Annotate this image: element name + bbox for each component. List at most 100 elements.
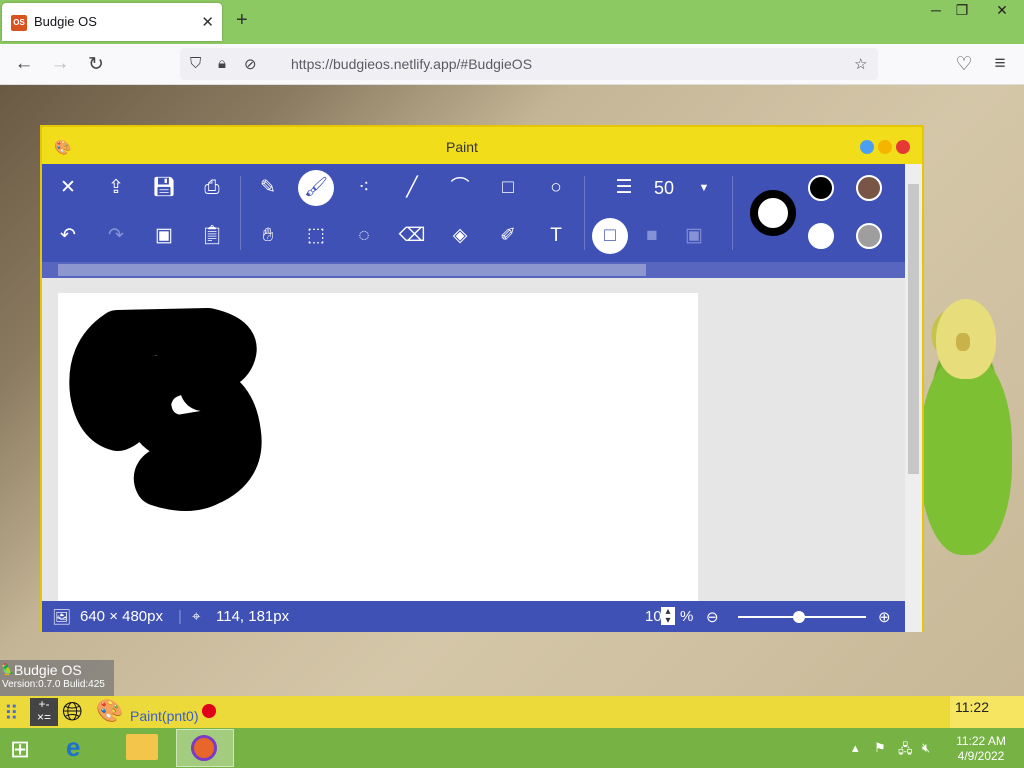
image-icon[interactable]: ▣ — [146, 218, 182, 254]
toolbar-horizontal-scrollbar[interactable] — [42, 262, 905, 278]
running-app-label[interactable]: Paint(pnt0) — [130, 708, 198, 724]
zoom-slider[interactable] — [738, 611, 866, 623]
show-hidden-icons-icon[interactable]: ▴ — [852, 740, 859, 756]
color-swatch-black[interactable] — [808, 175, 834, 201]
undo-icon[interactable]: ↶ — [50, 218, 86, 254]
windows-start-icon[interactable]: ⊞ — [10, 735, 30, 764]
filled-outline-shape-icon[interactable]: ▣ — [676, 218, 712, 254]
zoom-input[interactable]: 10 — [645, 608, 661, 625]
vertical-scrollbar[interactable] — [905, 164, 922, 632]
firefox-icon — [191, 735, 217, 761]
back-icon[interactable]: ← — [12, 53, 36, 75]
status-divider: | — [178, 608, 182, 625]
forward-icon[interactable]: → — [48, 53, 72, 75]
open-icon[interactable]: ⇪ — [98, 170, 134, 206]
color-swatch-brown[interactable] — [856, 175, 882, 201]
close-doc-icon[interactable]: ✕ — [50, 170, 86, 206]
image-size: 640 × 480px — [80, 608, 163, 625]
os-name: Budgie OS — [14, 662, 82, 678]
os-version-label: 🦜 Budgie OS Version:0.7.0 Bulid:425 — [0, 660, 114, 696]
fill-icon[interactable]: ◈ — [442, 218, 478, 254]
shield-icon[interactable]: ⛉ — [190, 55, 201, 72]
close-icon[interactable] — [896, 140, 910, 154]
close-app-icon[interactable] — [202, 704, 216, 718]
spray-icon[interactable]: ⁖ — [346, 170, 382, 206]
new-tab-icon[interactable]: + — [236, 9, 248, 32]
pencil-icon[interactable]: ✎ — [250, 170, 286, 206]
close-window-icon[interactable]: ✕ — [986, 2, 1018, 22]
tab-title: Budgie OS — [34, 14, 97, 29]
color-swatch-white[interactable] — [808, 223, 834, 249]
system-clock[interactable]: 11:22 AM 4/9/2022 — [946, 734, 1016, 764]
brush-size-value[interactable]: 50 — [644, 170, 684, 206]
toolbar-divider — [732, 176, 733, 250]
network-icon[interactable]: 🖧︎ — [898, 740, 913, 762]
line-width-icon[interactable]: ☰ — [606, 170, 642, 206]
browser-globe-icon[interactable]: 🌐︎ — [62, 696, 83, 728]
current-color-indicator[interactable] — [750, 190, 796, 236]
file-explorer-icon[interactable] — [126, 734, 158, 760]
zoom-slider-thumb[interactable] — [793, 611, 806, 623]
windows-taskbar: ⊞ e ▴ ⚑ 🖧︎ 🔇︎ 11:22 AM 4/9/2022 — [0, 728, 1024, 768]
permissions-icon[interactable]: ⊘ — [244, 55, 257, 73]
menu-icon[interactable]: ≡ — [988, 53, 1012, 75]
budgie-bird-beak — [956, 333, 970, 351]
zoom-out-icon[interactable]: ⊖ — [706, 608, 719, 626]
toolbar-divider — [584, 176, 585, 250]
brush-icon[interactable]: 🖌︎ — [298, 170, 334, 206]
browser-tab[interactable]: OS Budgie OS ✕ — [2, 3, 222, 41]
ellipse-icon[interactable]: ○ — [538, 170, 574, 206]
zoom-stepper-icon[interactable]: ▴ ▾ — [661, 607, 675, 626]
hand-icon[interactable]: ✋︎ — [250, 218, 286, 254]
browser-tab-strip: OS Budgie OS ✕ + ─ ❐ ✕ — [0, 0, 1024, 44]
url-bar[interactable]: ⛉ 🔒︎ ⊘ https://budgieos.netlify.app/#Bud… — [180, 48, 878, 80]
brush-size-dropdown-icon[interactable]: ▼ — [686, 170, 722, 206]
maximize-icon[interactable] — [878, 140, 892, 154]
url-text: https://budgieos.netlify.app/#BudgieOS — [291, 56, 533, 72]
line-icon[interactable]: ╱ — [394, 170, 430, 206]
rect-select-icon[interactable]: ⬚ — [298, 218, 334, 254]
internet-explorer-icon[interactable]: e — [66, 732, 80, 763]
eyedropper-icon[interactable]: ✐ — [490, 218, 526, 254]
cursor-position: 114, 181px — [216, 608, 290, 625]
app-grid-icon[interactable]: ⠿ — [4, 701, 19, 726]
print-icon[interactable]: ⎙ — [194, 170, 230, 206]
paste-icon[interactable]: 📋︎ — [194, 218, 230, 254]
zoom-unit: % — [680, 608, 694, 625]
zoom-in-icon[interactable]: ⊕ — [878, 608, 891, 626]
firefox-taskbar-button[interactable] — [176, 729, 234, 767]
lasso-select-icon[interactable]: ◌ — [346, 218, 382, 254]
redo-icon[interactable]: ↷ — [98, 218, 134, 254]
minimize-icon[interactable] — [860, 140, 874, 154]
restore-window-icon[interactable]: ❐ — [946, 2, 978, 22]
save-icon[interactable]: 💾︎ — [146, 170, 182, 206]
rectangle-icon[interactable]: □ — [490, 170, 526, 206]
budgie-logo-icon: 🦜 — [1, 664, 15, 676]
browser-nav-bar: ← → ↻ ⛉ 🔒︎ ⊘ https://budgieos.netlify.ap… — [0, 44, 1024, 85]
color-swatch-gray[interactable] — [856, 223, 882, 249]
text-icon[interactable]: T — [538, 218, 574, 254]
star-icon[interactable]: ☆ — [854, 55, 867, 73]
image-icon: 🖼︎ — [52, 609, 72, 626]
eraser-icon[interactable]: ⌫ — [394, 218, 430, 254]
drawing-canvas[interactable] — [58, 293, 698, 603]
calculator-icon[interactable]: +- ×= — [30, 698, 58, 726]
paint-window: 🎨 Paint ✕ ⇪ 💾︎ ⎙ ✎ 🖌︎ ⁖ ╱ ⌒ □ ○ ☰ 50 ▼ ↶… — [40, 125, 924, 632]
os-version: Version:0.7.0 Bulid:425 — [2, 679, 105, 690]
scrollbar-thumb[interactable] — [58, 264, 646, 276]
toolbar-divider — [240, 176, 241, 250]
pocket-icon[interactable]: ♡ — [952, 53, 976, 76]
close-tab-icon[interactable]: ✕ — [201, 13, 214, 31]
system-date: 4/9/2022 — [957, 749, 1005, 763]
reload-icon[interactable]: ↻ — [84, 53, 108, 76]
paint-taskbar-icon[interactable]: 🎨 — [96, 698, 123, 724]
outline-shape-icon[interactable]: □ — [592, 218, 628, 254]
action-center-flag-icon[interactable]: ⚑ — [874, 740, 886, 756]
paint-titlebar[interactable]: 🎨 Paint — [42, 127, 922, 164]
lock-icon[interactable]: 🔒︎ — [218, 55, 226, 72]
paint-toolbar: ✕ ⇪ 💾︎ ⎙ ✎ 🖌︎ ⁖ ╱ ⌒ □ ○ ☰ 50 ▼ ↶ ↷ ▣ 📋︎ … — [42, 164, 905, 262]
scrollbar-thumb[interactable] — [908, 184, 919, 474]
volume-muted-icon[interactable]: 🔇︎ — [922, 740, 930, 756]
filled-shape-icon[interactable]: ■ — [634, 218, 670, 254]
curve-icon[interactable]: ⌒ — [442, 170, 478, 206]
